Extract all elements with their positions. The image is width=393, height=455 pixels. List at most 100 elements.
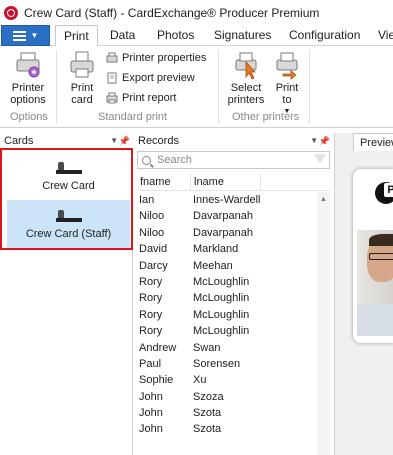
search-input[interactable]: Search bbox=[137, 151, 330, 169]
tab-print[interactable]: Print bbox=[55, 25, 98, 47]
scroll-up-icon[interactable]: ▲ bbox=[320, 196, 327, 203]
export-icon bbox=[106, 72, 118, 84]
cards-panel-header: Cards ▼ 📌 bbox=[4, 133, 133, 149]
cell-lname: Szota bbox=[193, 423, 222, 436]
table-row[interactable]: Darcy Meehan bbox=[137, 258, 317, 274]
tab-signatures[interactable]: Signatures bbox=[214, 25, 271, 46]
select-printers-label: Select printers bbox=[227, 82, 265, 106]
tab-configuration[interactable]: Configuration bbox=[289, 25, 360, 46]
print-report-label: Print report bbox=[122, 92, 177, 104]
table-row[interactable]: Paul Sorensen bbox=[137, 356, 317, 372]
vertical-scrollbar[interactable]: ▲ bbox=[317, 192, 330, 455]
cards-panel: Crew Card Crew Card (Staff) bbox=[0, 149, 133, 455]
cell-fname: Andrew bbox=[139, 341, 177, 354]
cell-fname: Rory bbox=[139, 292, 163, 305]
ribbon-divider bbox=[56, 50, 57, 124]
cell-fname: Rory bbox=[139, 308, 163, 321]
table-row[interactable]: Andrew Swan bbox=[137, 340, 317, 356]
table-row[interactable]: Rory McLoughlin bbox=[137, 323, 317, 339]
print-card-button[interactable]: Print card bbox=[64, 50, 100, 106]
printer-properties-button[interactable]: Printer properties bbox=[106, 52, 206, 64]
table-row[interactable]: Rory McLoughlin bbox=[137, 307, 317, 323]
column-header-fname[interactable]: fname bbox=[137, 172, 191, 191]
cell-lname: McLoughlin bbox=[193, 325, 250, 338]
cell-fname: Darcy bbox=[139, 259, 168, 272]
pin-icon[interactable]: 📌 bbox=[319, 133, 330, 149]
search-placeholder: Search bbox=[157, 154, 192, 166]
tab-view[interactable]: Vie bbox=[378, 25, 393, 46]
printer-options-button[interactable]: Printer options bbox=[8, 50, 48, 106]
cell-lname: Davarpanah bbox=[193, 210, 253, 223]
card-item-crew-card[interactable]: Crew Card bbox=[7, 152, 130, 200]
printer-properties-label: Printer properties bbox=[122, 52, 207, 64]
records-panel: Search fname lname Ian Innes-Wardell Niloo… bbox=[134, 149, 333, 455]
file-menu-button[interactable]: ▼ bbox=[1, 25, 50, 46]
select-printers-button[interactable]: Select printers bbox=[225, 50, 267, 106]
table-row[interactable]: Ian Innes-Wardell bbox=[137, 192, 317, 208]
print-to-label: Print to bbox=[275, 82, 299, 106]
export-preview-label: Export preview bbox=[122, 72, 195, 84]
cell-fname: Niloo bbox=[139, 210, 165, 223]
table-row[interactable]: Rory McLoughlin bbox=[137, 290, 317, 306]
printer-options-label: Printer options bbox=[10, 82, 46, 106]
search-icon bbox=[142, 155, 151, 165]
export-preview-button[interactable]: Export preview bbox=[106, 72, 195, 84]
printer-properties-icon bbox=[106, 52, 118, 64]
cell-lname: Markland bbox=[193, 243, 239, 256]
group-label-other-printers: Other printers bbox=[232, 111, 300, 123]
menu-icon bbox=[12, 30, 26, 41]
cell-lname: Innes-Wardell bbox=[193, 194, 261, 206]
card-item-label: Crew Card bbox=[42, 180, 95, 192]
table-row[interactable]: Sophie Xu bbox=[137, 372, 317, 388]
filter-icon[interactable] bbox=[314, 154, 326, 164]
tab-preview[interactable]: Preview bbox=[353, 133, 393, 151]
cell-lname: McLoughlin bbox=[193, 308, 250, 321]
cell-fname: Ian bbox=[139, 194, 155, 206]
ribbon: Printer options Options Print card Print… bbox=[0, 46, 393, 128]
cell-fname: John bbox=[139, 390, 163, 403]
group-label-options: Options bbox=[10, 111, 48, 123]
print-to-icon bbox=[273, 50, 301, 80]
report-printer-icon bbox=[106, 92, 118, 104]
table-row[interactable]: John Szota bbox=[137, 405, 317, 421]
print-to-button[interactable]: Print to ▼ bbox=[271, 50, 303, 118]
table-row[interactable]: Niloo Davarpanah bbox=[137, 208, 317, 224]
records-panel-header: Records ▼ 📌 bbox=[138, 133, 333, 149]
table-row[interactable]: Rory McLoughlin bbox=[137, 274, 317, 290]
print-report-button[interactable]: Print report bbox=[106, 92, 176, 104]
cell-fname: Niloo bbox=[139, 226, 165, 239]
table-row[interactable]: David Markland bbox=[137, 241, 317, 257]
card-item-label: Crew Card (Staff) bbox=[25, 228, 112, 240]
cell-fname: Sophie bbox=[139, 374, 174, 387]
cell-lname: Swan bbox=[193, 341, 221, 354]
cards-panel-title: Cards bbox=[4, 135, 34, 147]
table-row[interactable]: John Szota bbox=[137, 421, 317, 437]
cell-lname: Sorensen bbox=[193, 357, 241, 370]
logo-letter: P bbox=[384, 183, 393, 197]
cell-fname: John bbox=[139, 407, 163, 420]
chevron-down-icon[interactable]: ▼ bbox=[110, 133, 118, 149]
table-row[interactable]: John Szoza bbox=[137, 389, 317, 405]
pin-icon[interactable]: 📌 bbox=[119, 133, 130, 149]
cell-lname: Meehan bbox=[193, 259, 233, 272]
cell-lname: Szota bbox=[193, 407, 222, 420]
cell-fname: David bbox=[139, 243, 168, 256]
card-item-crew-card-staff[interactable]: Crew Card (Staff) bbox=[7, 200, 130, 248]
cell-fname: Rory bbox=[139, 325, 163, 338]
cell-fname: Rory bbox=[139, 275, 163, 288]
tab-data[interactable]: Data bbox=[110, 25, 135, 46]
card-preview: P bbox=[353, 169, 393, 343]
cell-lname: McLoughlin bbox=[193, 275, 250, 288]
printer-gear-icon bbox=[14, 50, 42, 80]
window-title: Crew Card (Staff) - CardExchange® Produc… bbox=[24, 5, 320, 20]
tab-photos[interactable]: Photos bbox=[157, 25, 194, 46]
ribbon-divider bbox=[309, 50, 310, 124]
cell-lname: Xu bbox=[193, 374, 207, 387]
column-header-lname[interactable]: lname bbox=[191, 172, 261, 191]
table-row[interactable]: Niloo Davarpanah bbox=[137, 225, 317, 241]
chevron-down-icon[interactable]: ▼ bbox=[310, 133, 318, 149]
chevron-down-icon: ▼ bbox=[30, 31, 39, 40]
preview-panel: Preview P bbox=[334, 133, 393, 455]
ribbon-tab-bar: ▼ Print Data Photos Signatures Configura… bbox=[0, 25, 393, 47]
select-printer-icon bbox=[232, 50, 260, 80]
